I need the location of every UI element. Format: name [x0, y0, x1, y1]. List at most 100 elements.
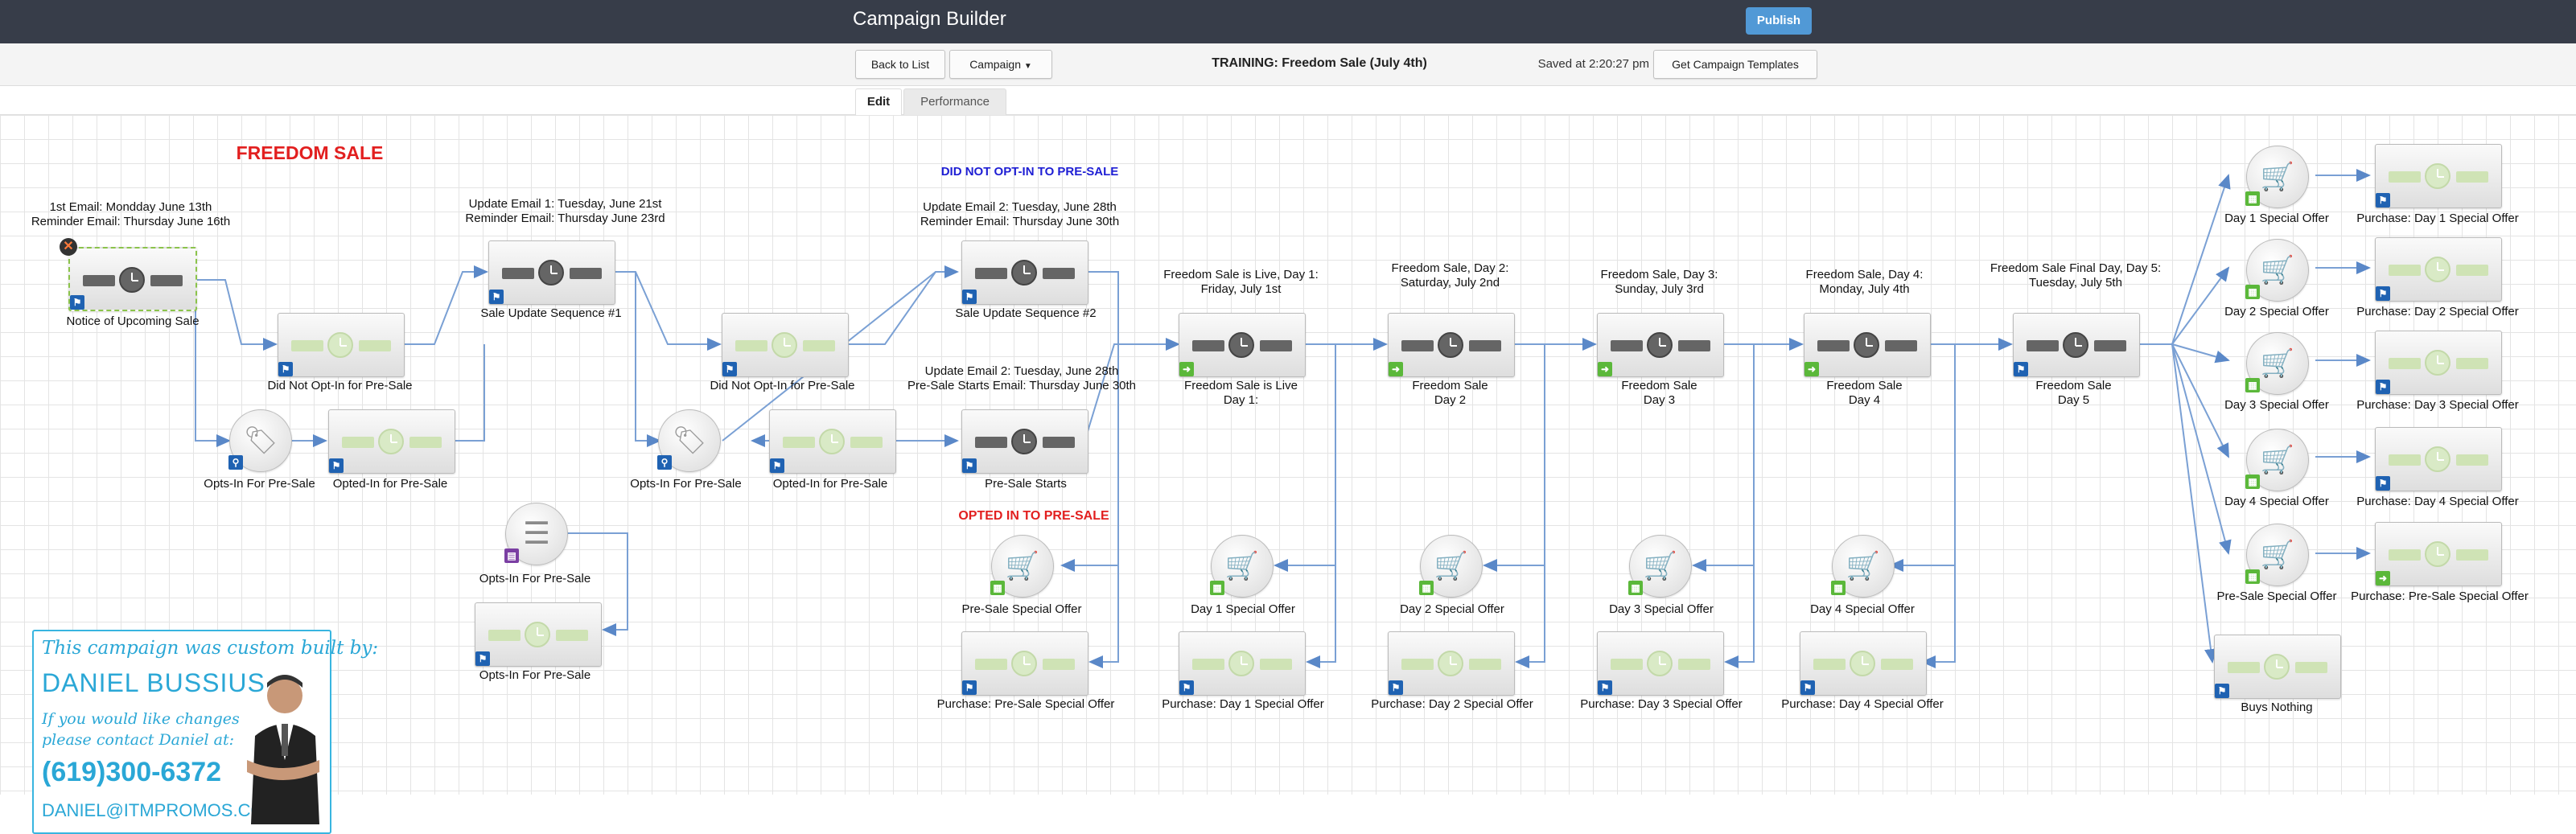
node-label: Opted-In for Pre-Sale — [772, 477, 888, 491]
notice-sequence[interactable]: ⚑ — [68, 247, 197, 311]
sequence-icon — [342, 429, 442, 454]
note-line: Monday, July 4th — [1819, 282, 1910, 296]
sale-update-2-sequence[interactable]: ⚑ — [961, 240, 1088, 305]
did-not-optin-sequence-2[interactable]: ⚑ — [722, 313, 849, 377]
freedom-sale-heading: FREEDOM SALE — [236, 142, 384, 163]
opted-in-sequence-2[interactable]: ⚑ — [769, 409, 896, 474]
node-label: Day 4 Special Offer — [2224, 495, 2329, 508]
node-label: Opts-In For Pre-Sale — [630, 477, 742, 491]
purchase-day2-sequence[interactable]: ⚑ — [1388, 631, 1515, 696]
cart-icon: 🛒 — [1846, 551, 1881, 581]
r-purchase-day1-sequence[interactable]: ⚑ — [2375, 144, 2502, 208]
opted-in-sequence[interactable]: ⚑ — [328, 409, 455, 474]
sequence-icon — [2389, 350, 2488, 376]
note-line: Sunday, July 3rd — [1615, 282, 1704, 296]
sequence-icon — [2228, 654, 2327, 680]
r-day4-offer-goal[interactable]: 🛒 ▦ — [2245, 429, 2309, 491]
day4-offer-goal[interactable]: 🛒 ▦ — [1831, 535, 1895, 598]
flag-icon: ⚑ — [2014, 362, 2028, 376]
cart-badge-icon: ▦ — [1628, 581, 1643, 595]
flag-icon: ⚑ — [2376, 380, 2390, 394]
day2-sequence[interactable]: ➜ — [1388, 313, 1515, 377]
node-label: Freedom Sale is Live — [1184, 379, 1298, 392]
note-line: Freedom Sale is Live, Day 1: — [1163, 268, 1319, 281]
sale-update-1-sequence[interactable]: ⚑ — [488, 240, 615, 305]
note-line: Pre-Sale Starts Email: Thursday June 30t… — [907, 379, 1137, 392]
cart-badge-icon: ▦ — [1210, 581, 1224, 595]
r-presale-offer-goal[interactable]: 🛒 ▦ — [2245, 524, 2309, 586]
presale-starts-sequence[interactable]: ⚑ — [961, 409, 1088, 474]
did-not-optin-sequence[interactable]: ⚑ — [278, 313, 405, 377]
opts-in-sequence[interactable]: ⚑ — [475, 602, 602, 667]
opts-in-tag-goal[interactable]: 🏷 ⚲ — [228, 409, 292, 472]
node-label: Pre-Sale Special Offer — [961, 602, 1082, 616]
node-label: Day 2 Special Offer — [1400, 602, 1504, 616]
start-icon: ➜ — [1389, 362, 1403, 376]
node-label: Purchase: Day 3 Special Offer — [1580, 697, 1743, 711]
day1-sequence[interactable]: ➜ — [1179, 313, 1306, 377]
day2-offer-goal[interactable]: 🛒 ▦ — [1419, 535, 1483, 598]
flag-icon: ⚑ — [962, 458, 977, 473]
day3-offer-goal[interactable]: 🛒 ▦ — [1628, 535, 1692, 598]
r-purchase-day2-sequence[interactable]: ⚑ — [2375, 237, 2502, 302]
note-line: Update Email 1: Tuesday, June 21st — [468, 197, 662, 211]
purchase-day1-sequence[interactable]: ⚑ — [1179, 631, 1306, 696]
presale-offer-goal[interactable]: 🛒 ▦ — [990, 535, 1054, 598]
sequence-icon — [1192, 651, 1292, 676]
day3-sequence[interactable]: ➜ — [1597, 313, 1724, 377]
cart-icon: 🛒 — [1224, 551, 1260, 581]
opts-in-tag-goal-2[interactable]: 🏷 ⚲ — [657, 409, 721, 472]
purchase-presale-sequence[interactable]: ⚑ — [961, 631, 1088, 696]
tab-performance[interactable]: Performance — [903, 88, 1006, 115]
promo-note: This campaign was custom built by: DANIE… — [32, 630, 378, 834]
cart-icon: 🛒 — [1005, 551, 1040, 581]
error-icon[interactable]: ✕ — [60, 238, 77, 256]
cart-badge-icon: ▦ — [2245, 569, 2260, 584]
cart-icon: 🛒 — [2260, 445, 2295, 475]
node-label: Purchase: Pre-Sale Special Offer — [936, 697, 1115, 711]
node-label: Freedom Sale — [2035, 379, 2112, 392]
flag-icon: ⚑ — [1179, 680, 1194, 695]
node-label: Day 3 Special Offer — [2224, 398, 2329, 412]
purchase-day3-sequence[interactable]: ⚑ — [1597, 631, 1724, 696]
node-label: Did Not Opt-In for Pre-Sale — [267, 379, 413, 392]
r-day3-offer-goal[interactable]: 🛒 ▦ — [2245, 332, 2309, 395]
form-badge-icon: ▤ — [504, 548, 519, 563]
cart-icon: 🛒 — [1434, 551, 1469, 581]
cart-icon: 🛒 — [2260, 540, 2295, 570]
r-day2-offer-goal[interactable]: 🛒 ▦ — [2245, 239, 2309, 302]
campaign-name: TRAINING: Freedom Sale (July 4th) — [1212, 56, 1427, 70]
tag-icon: 🏷 — [672, 425, 707, 456]
sequence-icon — [2389, 257, 2488, 282]
get-campaign-templates-button[interactable]: Get Campaign Templates — [1653, 50, 1817, 79]
back-to-list-button[interactable]: Back to List — [855, 50, 945, 79]
day1-offer-goal[interactable]: 🛒 ▦ — [1210, 535, 1274, 598]
campaign-dropdown[interactable]: Campaign ▼ — [949, 50, 1052, 79]
node-label: Pre-Sale Starts — [985, 477, 1067, 491]
sequence-icon — [1192, 332, 1292, 358]
buys-nothing-sequence[interactable]: ⚑ — [2214, 635, 2341, 699]
day4-sequence[interactable]: ➜ — [1804, 313, 1931, 377]
r-day1-offer-goal[interactable]: 🛒 ▦ — [2245, 146, 2309, 208]
purchase-day4-sequence[interactable]: ⚑ — [1800, 631, 1927, 696]
campaign-canvas[interactable]: FREEDOM SALE DID NOT OPT-IN TO PRE-SALE … — [0, 115, 2576, 834]
sequence-icon — [783, 429, 883, 454]
node-label: Purchase: Day 1 Special Offer — [2356, 212, 2519, 225]
sequence-icon — [1813, 651, 1913, 676]
publish-button[interactable]: Publish — [1746, 7, 1812, 35]
web-form-goal[interactable]: ☰ ▤ — [504, 503, 568, 565]
sequence-icon — [2027, 332, 2126, 358]
r-purchase-day3-sequence[interactable]: ⚑ — [2375, 331, 2502, 395]
sequence-icon — [2389, 541, 2488, 567]
app-header: Campaign Builder Publish — [0, 0, 2576, 43]
node-label: Day 1 Special Offer — [2224, 212, 2329, 225]
tab-edit[interactable]: Edit — [855, 88, 902, 115]
cart-icon: 🛒 — [2260, 348, 2295, 379]
day5-sequence[interactable]: ⚑ — [2013, 313, 2140, 377]
campaign-dropdown-label: Campaign — [969, 58, 1022, 71]
r-purchase-presale-sequence[interactable]: ➜ — [2375, 522, 2502, 586]
flag-icon: ⚑ — [1800, 680, 1815, 695]
sequence-icon — [975, 260, 1075, 286]
note-line: Freedom Sale, Day 2: — [1391, 261, 1509, 275]
r-purchase-day4-sequence[interactable]: ⚑ — [2375, 427, 2502, 491]
